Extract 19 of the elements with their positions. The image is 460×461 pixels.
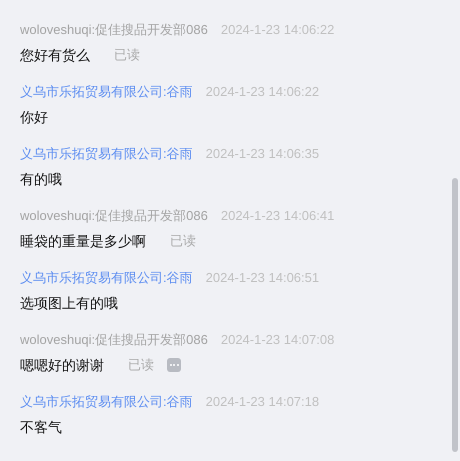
sender-name: 义乌市乐拓贸易有限公司:谷雨 <box>20 83 193 102</box>
scrollbar[interactable] <box>452 178 458 452</box>
sender-name: 义乌市乐拓贸易有限公司:谷雨 <box>20 145 193 164</box>
message-text: 嗯嗯好的谢谢 <box>20 356 104 374</box>
sender-name: woloveshuqi:促佳搜品开发部086 <box>20 331 208 350</box>
read-status: 已读 <box>114 46 140 64</box>
read-status: 已读 <box>170 232 196 250</box>
sender-name: woloveshuqi:促佳搜品开发部086 <box>20 21 208 40</box>
message-text: 选项图上有的哦 <box>20 294 118 312</box>
sender-name: woloveshuqi:促佳搜品开发部086 <box>20 207 208 226</box>
message-text: 您好有货么 <box>20 46 90 64</box>
read-status: 已读 <box>128 356 154 374</box>
message-text: 你好 <box>20 108 48 126</box>
sender-name: 义乌市乐拓贸易有限公司:谷雨 <box>20 393 193 412</box>
sender-name: 义乌市乐拓贸易有限公司:谷雨 <box>20 269 193 288</box>
more-icon[interactable] <box>167 358 181 372</box>
message-text: 有的哦 <box>20 170 62 188</box>
message-text: 睡袋的重量是多少啊 <box>20 232 146 250</box>
message-text: 不客气 <box>20 418 62 436</box>
